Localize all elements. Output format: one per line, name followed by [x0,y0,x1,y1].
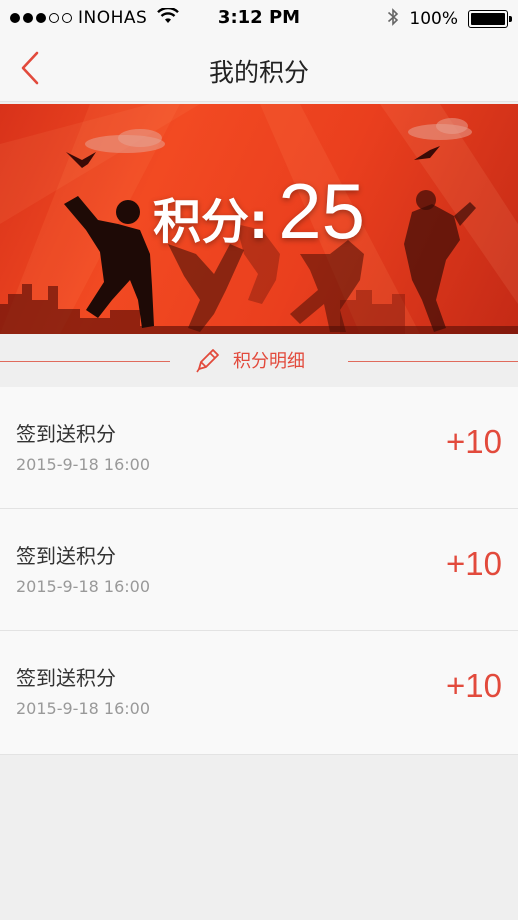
record-title: 签到送积分 [16,544,116,568]
points-page: INOHAS 3:12 PM 100% 我的积分 积分: 25 积分明细 签到送… [0,0,518,920]
battery-icon [468,10,512,28]
section-title: 积分明细 [233,351,305,372]
points-record-list: 签到送积分 2015-9-18 16:00 +10 签到送积分 2015-9-1… [0,387,518,755]
navigation-bar: 我的积分 [0,36,518,102]
pencil-icon [196,349,219,373]
list-item[interactable]: 签到送积分 2015-9-18 16:00 +10 [0,387,518,509]
record-points: +10 [446,423,502,460]
record-title: 签到送积分 [16,422,116,446]
points-banner: 积分: 25 [0,104,518,334]
record-time: 2015-9-18 16:00 [16,577,150,596]
bluetooth-icon [387,7,399,31]
points-label: 积分: [153,194,269,250]
record-points: +10 [446,545,502,582]
record-title: 签到送积分 [16,666,116,690]
points-summary: 积分: 25 [0,166,518,257]
divider-left [0,361,170,362]
divider-right [348,361,518,362]
status-bar: INOHAS 3:12 PM 100% [0,0,518,36]
points-value: 25 [278,167,365,255]
page-title: 我的积分 [208,58,309,87]
list-item[interactable]: 签到送积分 2015-9-18 16:00 +10 [0,509,518,631]
points-detail-header: 积分明细 [0,335,518,387]
record-time: 2015-9-18 16:00 [16,455,150,474]
status-right: 100% [387,7,512,31]
record-time: 2015-9-18 16:00 [16,699,150,718]
section-title-group: 积分明细 [195,347,305,373]
battery-percent: 100% [409,9,458,29]
record-points: +10 [446,667,502,704]
list-item[interactable]: 签到送积分 2015-9-18 16:00 +10 [0,631,518,754]
